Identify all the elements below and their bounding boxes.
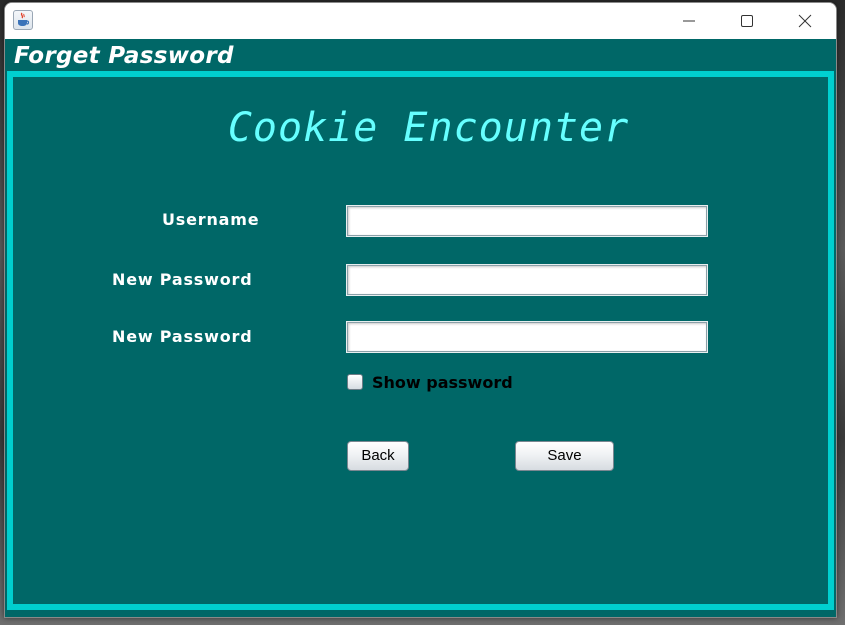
show-password-label[interactable]: Show password bbox=[372, 373, 513, 392]
minimize-icon bbox=[683, 20, 695, 22]
username-input[interactable] bbox=[347, 206, 707, 236]
back-button[interactable]: Back bbox=[347, 441, 409, 471]
app-window: Forget Password Cookie Encounter Usernam… bbox=[4, 2, 837, 618]
app-title: Cookie Encounter bbox=[5, 105, 836, 151]
maximize-button[interactable] bbox=[718, 3, 776, 39]
app-title-text: Cookie Encounter bbox=[227, 105, 630, 151]
show-password-checkbox[interactable] bbox=[347, 374, 363, 390]
confirm-password-label: New Password bbox=[112, 327, 253, 346]
new-password-label: New Password bbox=[112, 270, 253, 289]
forget-password-panel: Forget Password Cookie Encounter Usernam… bbox=[5, 39, 836, 617]
close-icon bbox=[798, 14, 812, 28]
minimize-button[interactable] bbox=[660, 3, 718, 39]
confirm-password-input[interactable] bbox=[347, 322, 707, 352]
new-password-input[interactable] bbox=[347, 265, 707, 295]
close-button[interactable] bbox=[776, 3, 834, 39]
username-label: Username bbox=[162, 210, 260, 229]
maximize-icon bbox=[741, 15, 753, 27]
window-titlebar[interactable] bbox=[5, 3, 836, 39]
java-cup-icon bbox=[13, 10, 33, 30]
page-title: Forget Password bbox=[14, 43, 234, 69]
save-button[interactable]: Save bbox=[515, 441, 614, 471]
